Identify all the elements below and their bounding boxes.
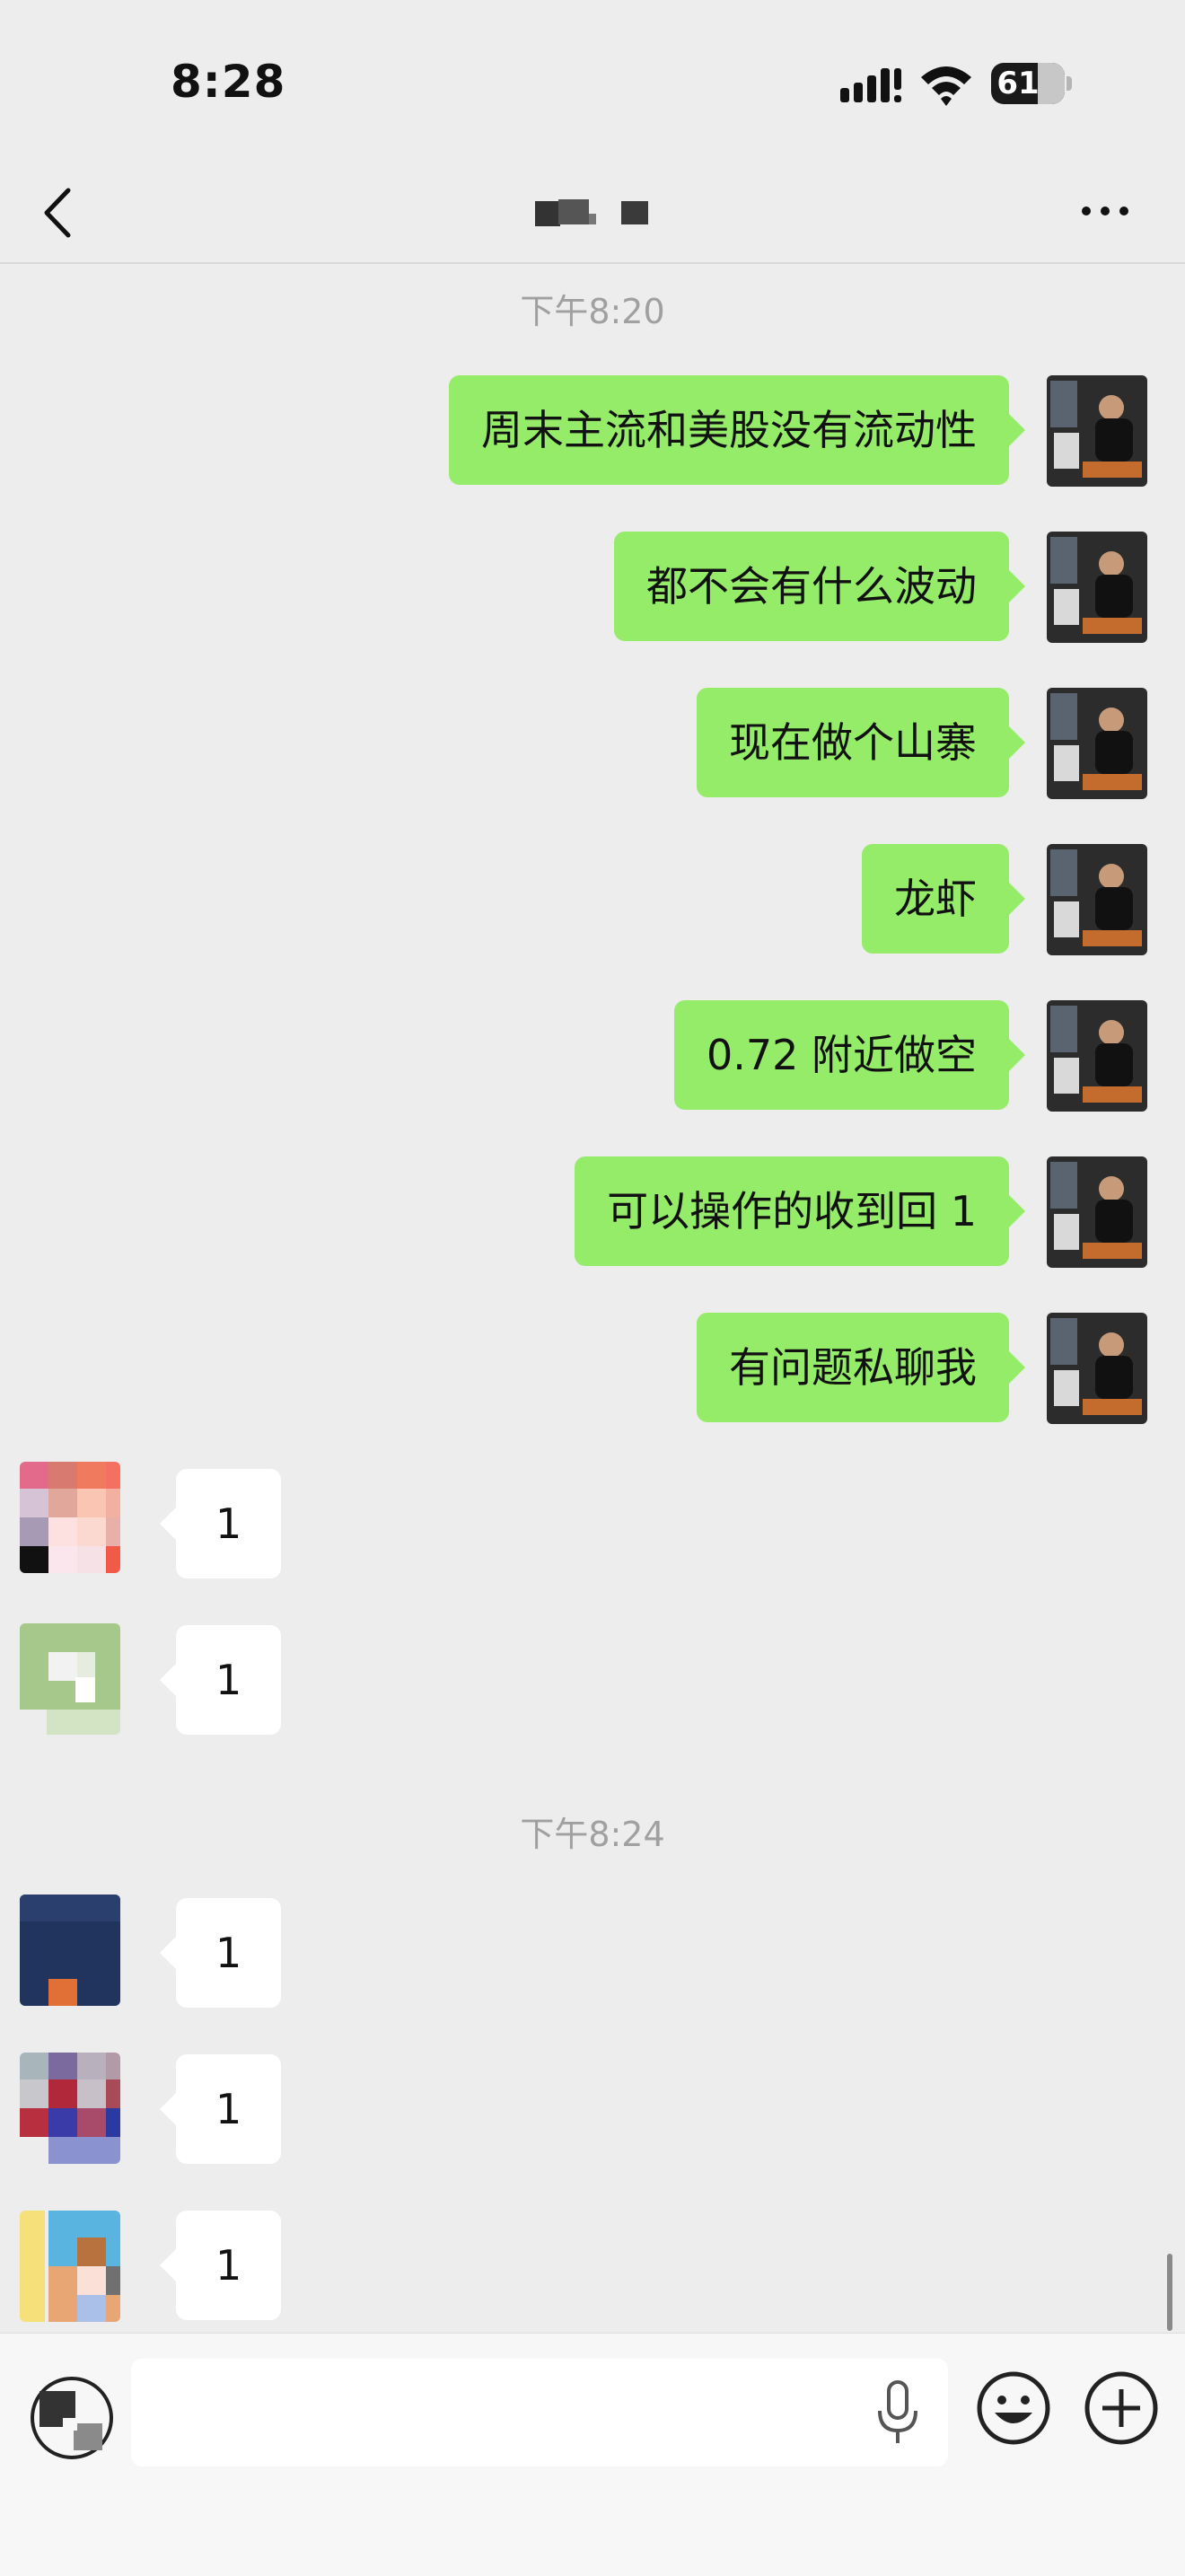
chevron-left-icon[interactable] [36,181,81,244]
message-input[interactable] [131,2359,948,2466]
timestamp: 下午8:24 [520,1815,665,1854]
avatar[interactable] [1047,1156,1147,1268]
plus-circle-icon[interactable] [1083,2369,1160,2447]
avatar[interactable] [1047,844,1147,955]
avatar[interactable] [20,2211,120,2322]
outgoing-message[interactable]: 都不会有什么波动 [614,532,1025,641]
status-time: 8:28 [171,56,286,108]
microphone-icon[interactable] [873,2377,923,2449]
status-bar: 8:28 61 [0,0,1185,162]
avatar[interactable] [20,1623,120,1735]
avatar[interactable] [1047,1000,1147,1112]
nav-bar [0,162,1185,264]
avatar[interactable] [20,1462,120,1573]
incoming-message[interactable]: 1 [159,2054,282,2164]
avatar[interactable] [20,2053,120,2164]
incoming-message[interactable]: 1 [159,2211,282,2320]
outgoing-message[interactable]: 可以操作的收到回 1 [575,1156,1025,1266]
avatar[interactable] [1047,688,1147,799]
battery-percentage: 61 [996,66,1040,101]
outgoing-message[interactable]: 龙虾 [862,844,1025,954]
avatar[interactable] [1047,1313,1147,1424]
emoji-icon[interactable] [975,2369,1052,2447]
avatar[interactable] [20,1895,120,2006]
battery-icon: 61 [991,63,1072,104]
incoming-message[interactable]: 1 [159,1469,282,1578]
incoming-message[interactable]: 1 [159,1898,282,2008]
avatar[interactable] [1047,532,1147,643]
timestamp: 下午8:20 [520,292,665,331]
outgoing-message[interactable]: 有问题私聊我 [697,1313,1025,1422]
avatar[interactable] [1047,375,1147,487]
scroll-indicator[interactable] [1167,2254,1172,2331]
cellular-signal-icon [840,68,901,102]
incoming-message[interactable]: 1 [159,1625,282,1735]
wifi-icon [921,66,971,106]
outgoing-message[interactable]: 周末主流和美股没有流动性 [449,375,1025,485]
voice-icon[interactable] [27,2373,117,2463]
more-horizontal-icon[interactable] [1074,189,1137,233]
outgoing-message[interactable]: 0.72 附近做空 [673,1000,1026,1110]
input-bar [0,2333,1185,2576]
outgoing-message[interactable]: 现在做个山寨 [697,688,1025,797]
chat-title-redacted [535,199,648,226]
